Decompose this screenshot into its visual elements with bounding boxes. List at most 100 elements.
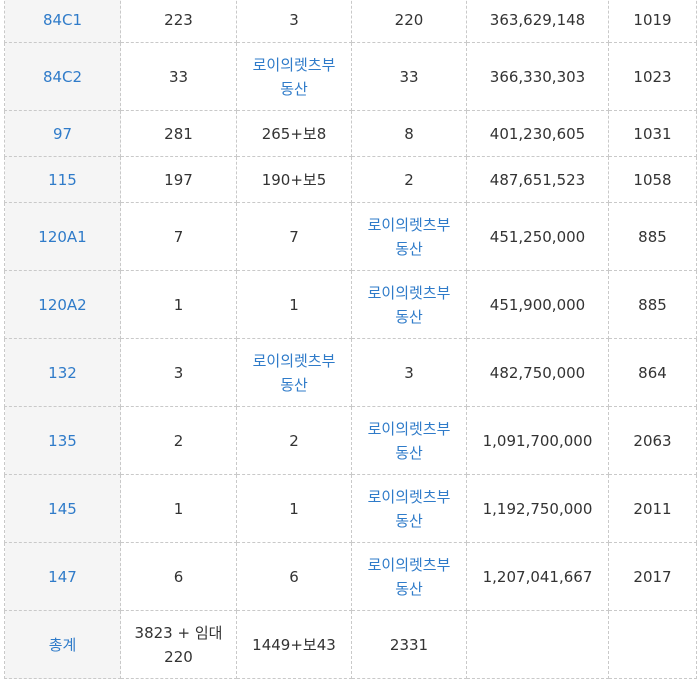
cell-c4[interactable]: 로이의렛츠부 동산: [351, 270, 467, 339]
total-c4: 2331: [351, 610, 467, 679]
cell-price: 1,192,750,000: [466, 474, 609, 543]
type-label[interactable]: 120A1: [38, 228, 86, 246]
blog-link[interactable]: 동산: [356, 237, 462, 261]
blog-link[interactable]: 동산: [356, 577, 462, 601]
cell-price: 401,230,605: [466, 110, 609, 157]
total-c2-line: 220: [164, 647, 193, 666]
cell-c4: 2: [351, 156, 467, 203]
cell-price: 363,629,148: [466, 0, 609, 43]
total-label: 총계: [48, 635, 77, 654]
blog-link[interactable]: 동산: [356, 509, 462, 533]
table-row: 84C1 223 3 220 363,629,148 1019: [4, 0, 697, 43]
cell-c3: 3: [236, 0, 352, 43]
total-row: 총계 3823 + 임대 220 1449+보43 2331: [4, 610, 697, 679]
type-link[interactable]: 135: [4, 406, 121, 475]
cell-c2: 223: [120, 0, 237, 43]
blog-link[interactable]: 로이의렛츠부: [356, 553, 462, 577]
total-c2-line: 3823 + 임대: [134, 623, 223, 642]
total-c6: [608, 610, 697, 679]
blog-link[interactable]: 로이의렛츠부: [356, 281, 462, 305]
cell-c4: 8: [351, 110, 467, 157]
blog-link[interactable]: 로이의렛츠부: [241, 53, 347, 77]
table-row: 135 2 2 로이의렛츠부 동산 1,091,700,000 2063: [4, 406, 697, 475]
type-link[interactable]: 84C2: [4, 42, 121, 111]
cell-price: 482,750,000: [466, 338, 609, 407]
total-label-cell: 총계: [4, 610, 121, 679]
type-link[interactable]: 120A2: [4, 270, 121, 339]
table-body: 84C1 223 3 220 363,629,148 1019 84C2 33 …: [4, 0, 697, 679]
type-link[interactable]: 145: [4, 474, 121, 543]
type-label[interactable]: 147: [48, 568, 77, 586]
cell-c6: 2011: [608, 474, 697, 543]
type-link[interactable]: 120A1: [4, 202, 121, 271]
type-label[interactable]: 145: [48, 500, 77, 518]
cell-price: 451,900,000: [466, 270, 609, 339]
cell-c6: 1023: [608, 42, 697, 111]
total-price: [466, 610, 609, 679]
blog-link[interactable]: 로이의렛츠부: [241, 349, 347, 373]
table-row: 120A2 1 1 로이의렛츠부 동산 451,900,000 885: [4, 270, 697, 339]
cell-c3[interactable]: 로이의렛츠부 동산: [236, 338, 352, 407]
cell-c2: 6: [120, 542, 237, 611]
cell-c3: 2: [236, 406, 352, 475]
cell-price: 1,207,041,667: [466, 542, 609, 611]
blog-link[interactable]: 동산: [241, 77, 347, 101]
cell-c4: 33: [351, 42, 467, 111]
cell-c6: 885: [608, 202, 697, 271]
cell-c2: 2: [120, 406, 237, 475]
blog-link[interactable]: 동산: [356, 441, 462, 465]
cell-c4: 220: [351, 0, 467, 43]
cell-c3: 265+보8: [236, 110, 352, 157]
type-link[interactable]: 97: [4, 110, 121, 157]
cell-c3: 190+보5: [236, 156, 352, 203]
cell-c3[interactable]: 로이의렛츠부 동산: [236, 42, 352, 111]
cell-c2: 33: [120, 42, 237, 111]
total-c3: 1449+보43: [236, 610, 352, 679]
blog-link[interactable]: 동산: [241, 373, 347, 397]
cell-price: 451,250,000: [466, 202, 609, 271]
cell-c2: 3: [120, 338, 237, 407]
type-label[interactable]: 84C2: [43, 68, 82, 86]
type-label[interactable]: 115: [48, 171, 77, 189]
cell-c2: 1: [120, 474, 237, 543]
cell-c4[interactable]: 로이의렛츠부 동산: [351, 202, 467, 271]
table-row: 120A1 7 7 로이의렛츠부 동산 451,250,000 885: [4, 202, 697, 271]
type-label[interactable]: 135: [48, 432, 77, 450]
type-label[interactable]: 84C1: [43, 11, 82, 29]
table-container: 84C1 223 3 220 363,629,148 1019 84C2 33 …: [0, 0, 700, 690]
cell-c2: 1: [120, 270, 237, 339]
blog-link[interactable]: 로이의렛츠부: [356, 213, 462, 237]
type-link[interactable]: 115: [4, 156, 121, 203]
cell-c4[interactable]: 로이의렛츠부 동산: [351, 406, 467, 475]
cell-c6: 885: [608, 270, 697, 339]
supply-table: 84C1 223 3 220 363,629,148 1019 84C2 33 …: [4, 0, 697, 679]
blog-link[interactable]: 동산: [356, 305, 462, 329]
type-link[interactable]: 147: [4, 542, 121, 611]
cell-c2: 7: [120, 202, 237, 271]
cell-c3: 6: [236, 542, 352, 611]
cell-price: 487,651,523: [466, 156, 609, 203]
cell-c6: 1031: [608, 110, 697, 157]
type-link[interactable]: 84C1: [4, 0, 121, 43]
cell-c6: 1019: [608, 0, 697, 43]
cell-c4: 3: [351, 338, 467, 407]
cell-c6: 2063: [608, 406, 697, 475]
blog-link[interactable]: 로이의렛츠부: [356, 485, 462, 509]
type-label[interactable]: 132: [48, 364, 77, 382]
cell-c6: 2017: [608, 542, 697, 611]
type-label[interactable]: 120A2: [38, 296, 86, 314]
cell-price: 366,330,303: [466, 42, 609, 111]
cell-c6: 1058: [608, 156, 697, 203]
cell-c2: 197: [120, 156, 237, 203]
table-row: 147 6 6 로이의렛츠부 동산 1,207,041,667 2017: [4, 542, 697, 611]
cell-c4[interactable]: 로이의렛츠부 동산: [351, 542, 467, 611]
type-link[interactable]: 132: [4, 338, 121, 407]
table-row: 97 281 265+보8 8 401,230,605 1031: [4, 110, 697, 157]
table-row: 132 3 로이의렛츠부 동산 3 482,750,000 864: [4, 338, 697, 407]
table-row: 115 197 190+보5 2 487,651,523 1058: [4, 156, 697, 203]
type-label[interactable]: 97: [53, 125, 72, 143]
blog-link[interactable]: 로이의렛츠부: [356, 417, 462, 441]
cell-c4[interactable]: 로이의렛츠부 동산: [351, 474, 467, 543]
cell-c6: 864: [608, 338, 697, 407]
table-row: 84C2 33 로이의렛츠부 동산 33 366,330,303 1023: [4, 42, 697, 111]
